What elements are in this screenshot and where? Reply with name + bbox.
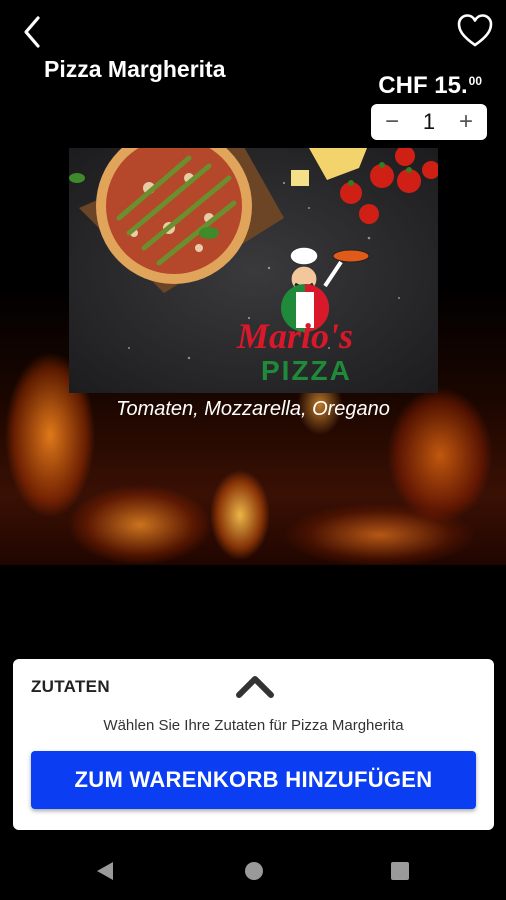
product-image: Mario's PIZZA xyxy=(69,148,438,393)
system-nav-bar xyxy=(0,840,506,900)
expand-ingredients-button[interactable] xyxy=(233,669,277,701)
brand-logo-name: Mario's xyxy=(236,316,353,356)
chevron-up-icon xyxy=(236,676,274,698)
ingredients-label: ZUTATEN xyxy=(31,677,110,696)
back-button[interactable] xyxy=(14,12,54,52)
heart-icon xyxy=(457,14,493,47)
quantity-stepper: − 1 + xyxy=(371,104,487,140)
nav-back-button[interactable] xyxy=(95,860,115,887)
product-title: Pizza Margherita xyxy=(44,56,226,82)
nav-home-button[interactable] xyxy=(243,860,265,887)
product-description: Tomaten, Mozzarella, Oregano xyxy=(116,398,390,420)
product-price: CHF 15.00 xyxy=(378,72,482,100)
add-to-cart-button[interactable]: ZUM WARENKORB HINZUFÜGEN xyxy=(31,751,476,809)
quantity-increase-button[interactable]: + xyxy=(455,110,477,134)
quantity-decrease-button[interactable]: − xyxy=(381,110,403,134)
circle-home-icon xyxy=(245,862,263,880)
triangle-back-icon xyxy=(97,862,113,880)
price-main: CHF 15. xyxy=(378,72,468,99)
back-arrow-icon xyxy=(24,16,40,48)
brand-logo-sub: PIZZA xyxy=(261,355,352,386)
ingredients-panel: ZUTATEN Wählen Sie Ihre Zutaten für Pizz… xyxy=(13,659,494,830)
ingredients-hint: Wählen Sie Ihre Zutaten für Pizza Marghe… xyxy=(103,717,404,734)
price-cents: 00 xyxy=(468,74,482,88)
square-recents-icon xyxy=(391,862,409,880)
quantity-value: 1 xyxy=(422,109,436,134)
nav-recents-button[interactable] xyxy=(389,860,411,887)
favorite-button[interactable] xyxy=(454,10,496,52)
